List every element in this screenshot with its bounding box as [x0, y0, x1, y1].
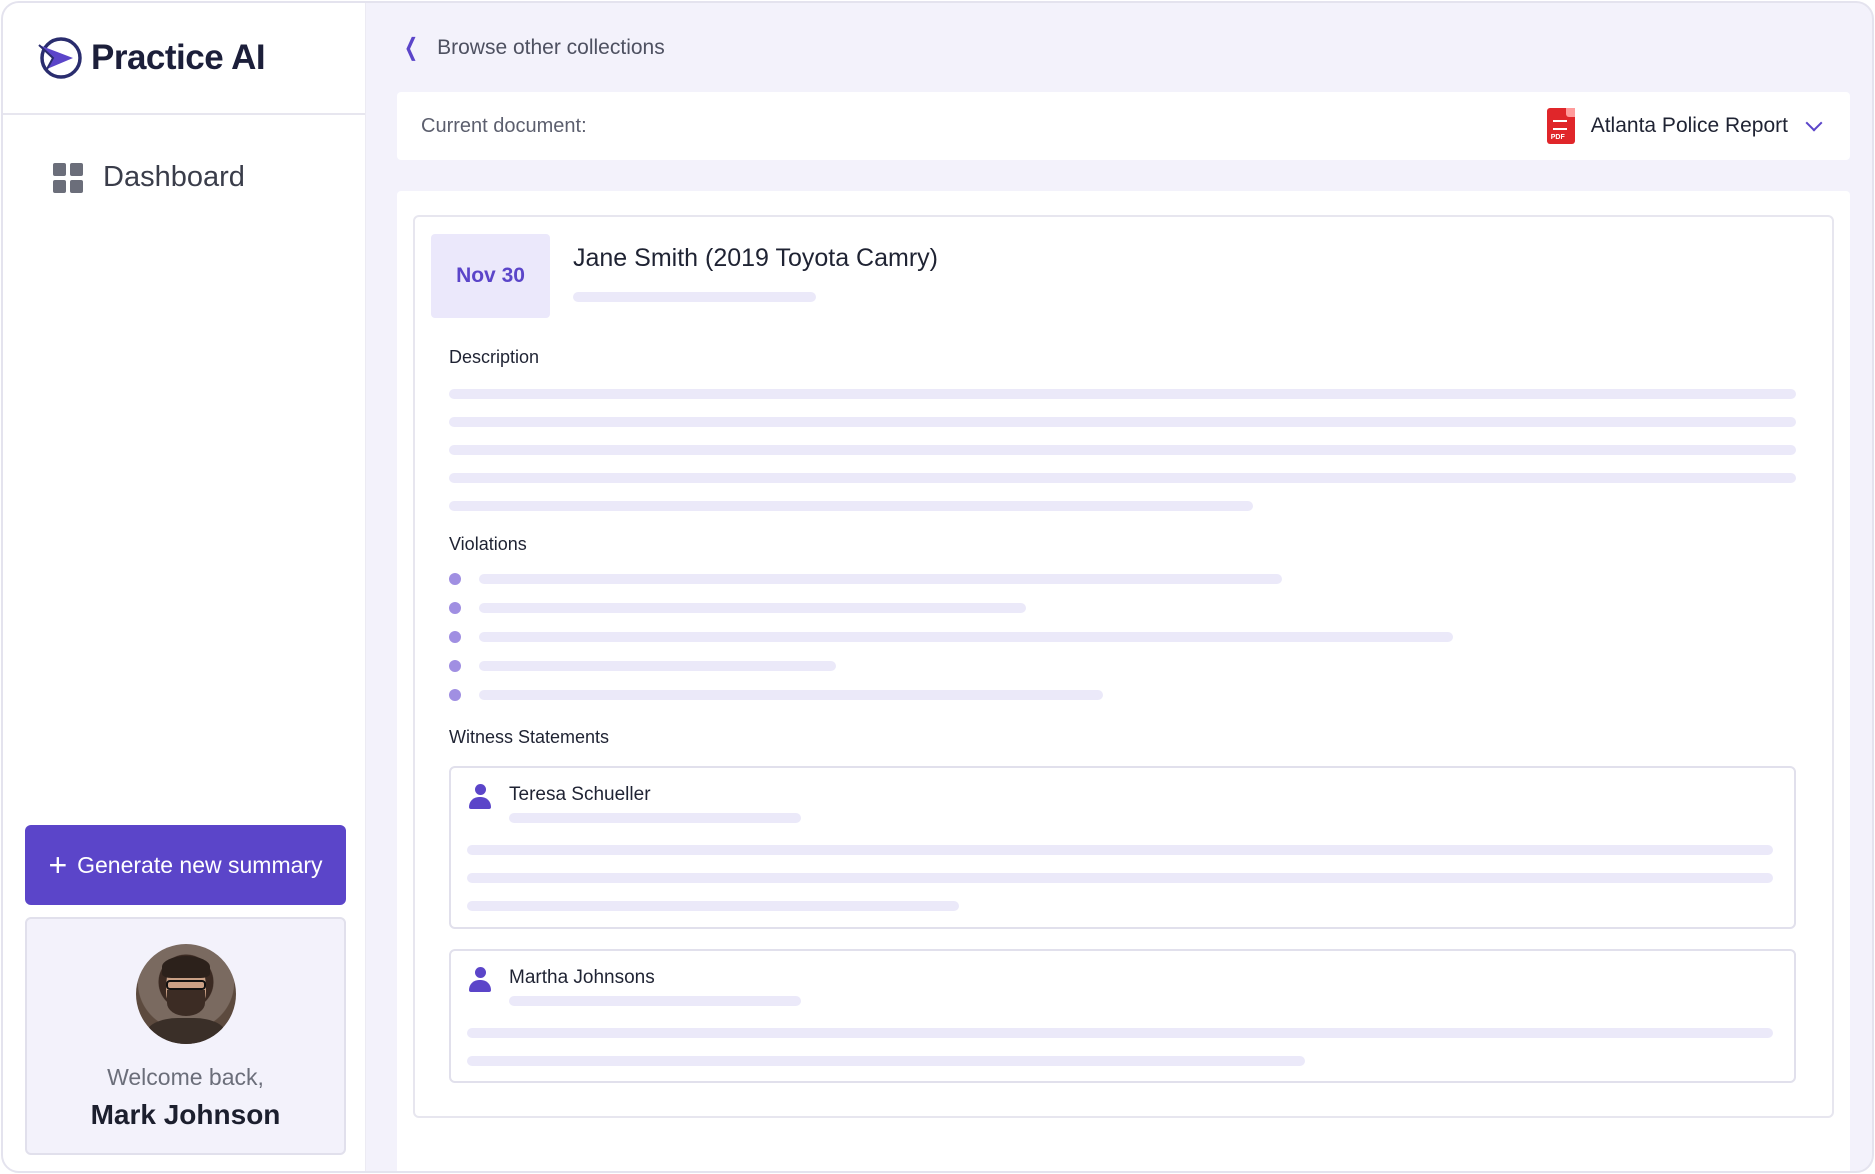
generate-button-label: Generate new summary	[77, 851, 323, 878]
current-document-bar: Current document: PDF Atlanta Police Rep…	[397, 92, 1850, 160]
witness-statements-heading: Witness Statements	[449, 727, 610, 747]
witness-name: Martha Johnsons	[509, 967, 655, 988]
skeleton-line	[449, 501, 1253, 511]
user-name: Mark Johnson	[90, 1099, 281, 1130]
skeleton-line	[479, 574, 1282, 584]
chevron-down-icon	[1805, 114, 1823, 132]
skeleton-line	[449, 473, 1796, 483]
content-panel: Nov 30 Jane Smith (2019 Toyota Camry) De…	[397, 191, 1850, 1171]
skeleton-line	[449, 417, 1796, 427]
bullet-dot	[449, 689, 461, 701]
avatar[interactable]	[135, 944, 236, 1044]
report-card: Nov 30 Jane Smith (2019 Toyota Camry) De…	[413, 215, 1834, 1118]
date-badge: Nov 30	[431, 234, 550, 318]
logo[interactable]: Practice AI	[3, 3, 365, 115]
sidebar: Practice AI Dashboard + Generate new sum…	[3, 3, 366, 1171]
plus-icon: +	[48, 847, 68, 883]
person-icon	[469, 784, 491, 810]
main-content: ❮ Browse other collections Current docum…	[366, 3, 1872, 1171]
welcome-text: Welcome back,	[107, 1064, 264, 1090]
current-document-label: Current document:	[421, 114, 587, 137]
chevron-left-icon: ❮	[404, 34, 419, 61]
report-title: Jane Smith (2019 Toyota Camry)	[573, 244, 938, 272]
skeleton-line	[467, 1056, 1305, 1066]
witness-card[interactable]: Martha Johnsons	[449, 949, 1796, 1083]
description-heading: Description	[449, 347, 540, 367]
violations-heading: Violations	[449, 534, 527, 554]
person-icon	[469, 967, 491, 993]
bullet-dot	[449, 602, 461, 614]
witness-name: Teresa Schueller	[509, 784, 651, 805]
browse-collections-link[interactable]: ❮ Browse other collections	[401, 33, 665, 62]
skeleton-line	[467, 873, 1773, 883]
skeleton-line	[467, 845, 1773, 855]
skeleton-line	[467, 1028, 1773, 1038]
document-name: Atlanta Police Report	[1590, 114, 1788, 137]
skeleton-line	[509, 813, 801, 823]
generate-new-summary-button[interactable]: + Generate new summary	[25, 825, 346, 905]
practice-ai-logo-icon	[38, 37, 82, 79]
skeleton-line	[509, 996, 801, 1006]
skeleton-line	[449, 389, 1796, 399]
back-link-label: Browse other collections	[437, 35, 665, 59]
skeleton-line	[467, 901, 959, 911]
witness-card[interactable]: Teresa Schueller	[449, 766, 1796, 929]
brand-name: Practice AI	[91, 38, 266, 77]
skeleton-line	[573, 292, 816, 302]
sidebar-item-dashboard[interactable]: Dashboard	[53, 161, 245, 194]
skeleton-line	[449, 445, 1796, 455]
dashboard-grid-icon	[53, 162, 83, 193]
app-window: Practice AI Dashboard + Generate new sum…	[1, 1, 1874, 1173]
skeleton-line	[479, 661, 836, 671]
profile-card: Welcome back, Mark Johnson	[25, 917, 346, 1155]
sidebar-item-label: Dashboard	[103, 161, 245, 193]
skeleton-line	[479, 632, 1453, 642]
bullet-dot	[449, 660, 461, 672]
document-select[interactable]: PDF Atlanta Police Report	[1546, 108, 1826, 144]
skeleton-line	[479, 603, 1026, 613]
bullet-dot	[449, 631, 461, 643]
skeleton-line	[479, 690, 1103, 700]
bullet-dot	[449, 573, 461, 585]
pdf-file-icon: PDF	[1546, 108, 1575, 144]
